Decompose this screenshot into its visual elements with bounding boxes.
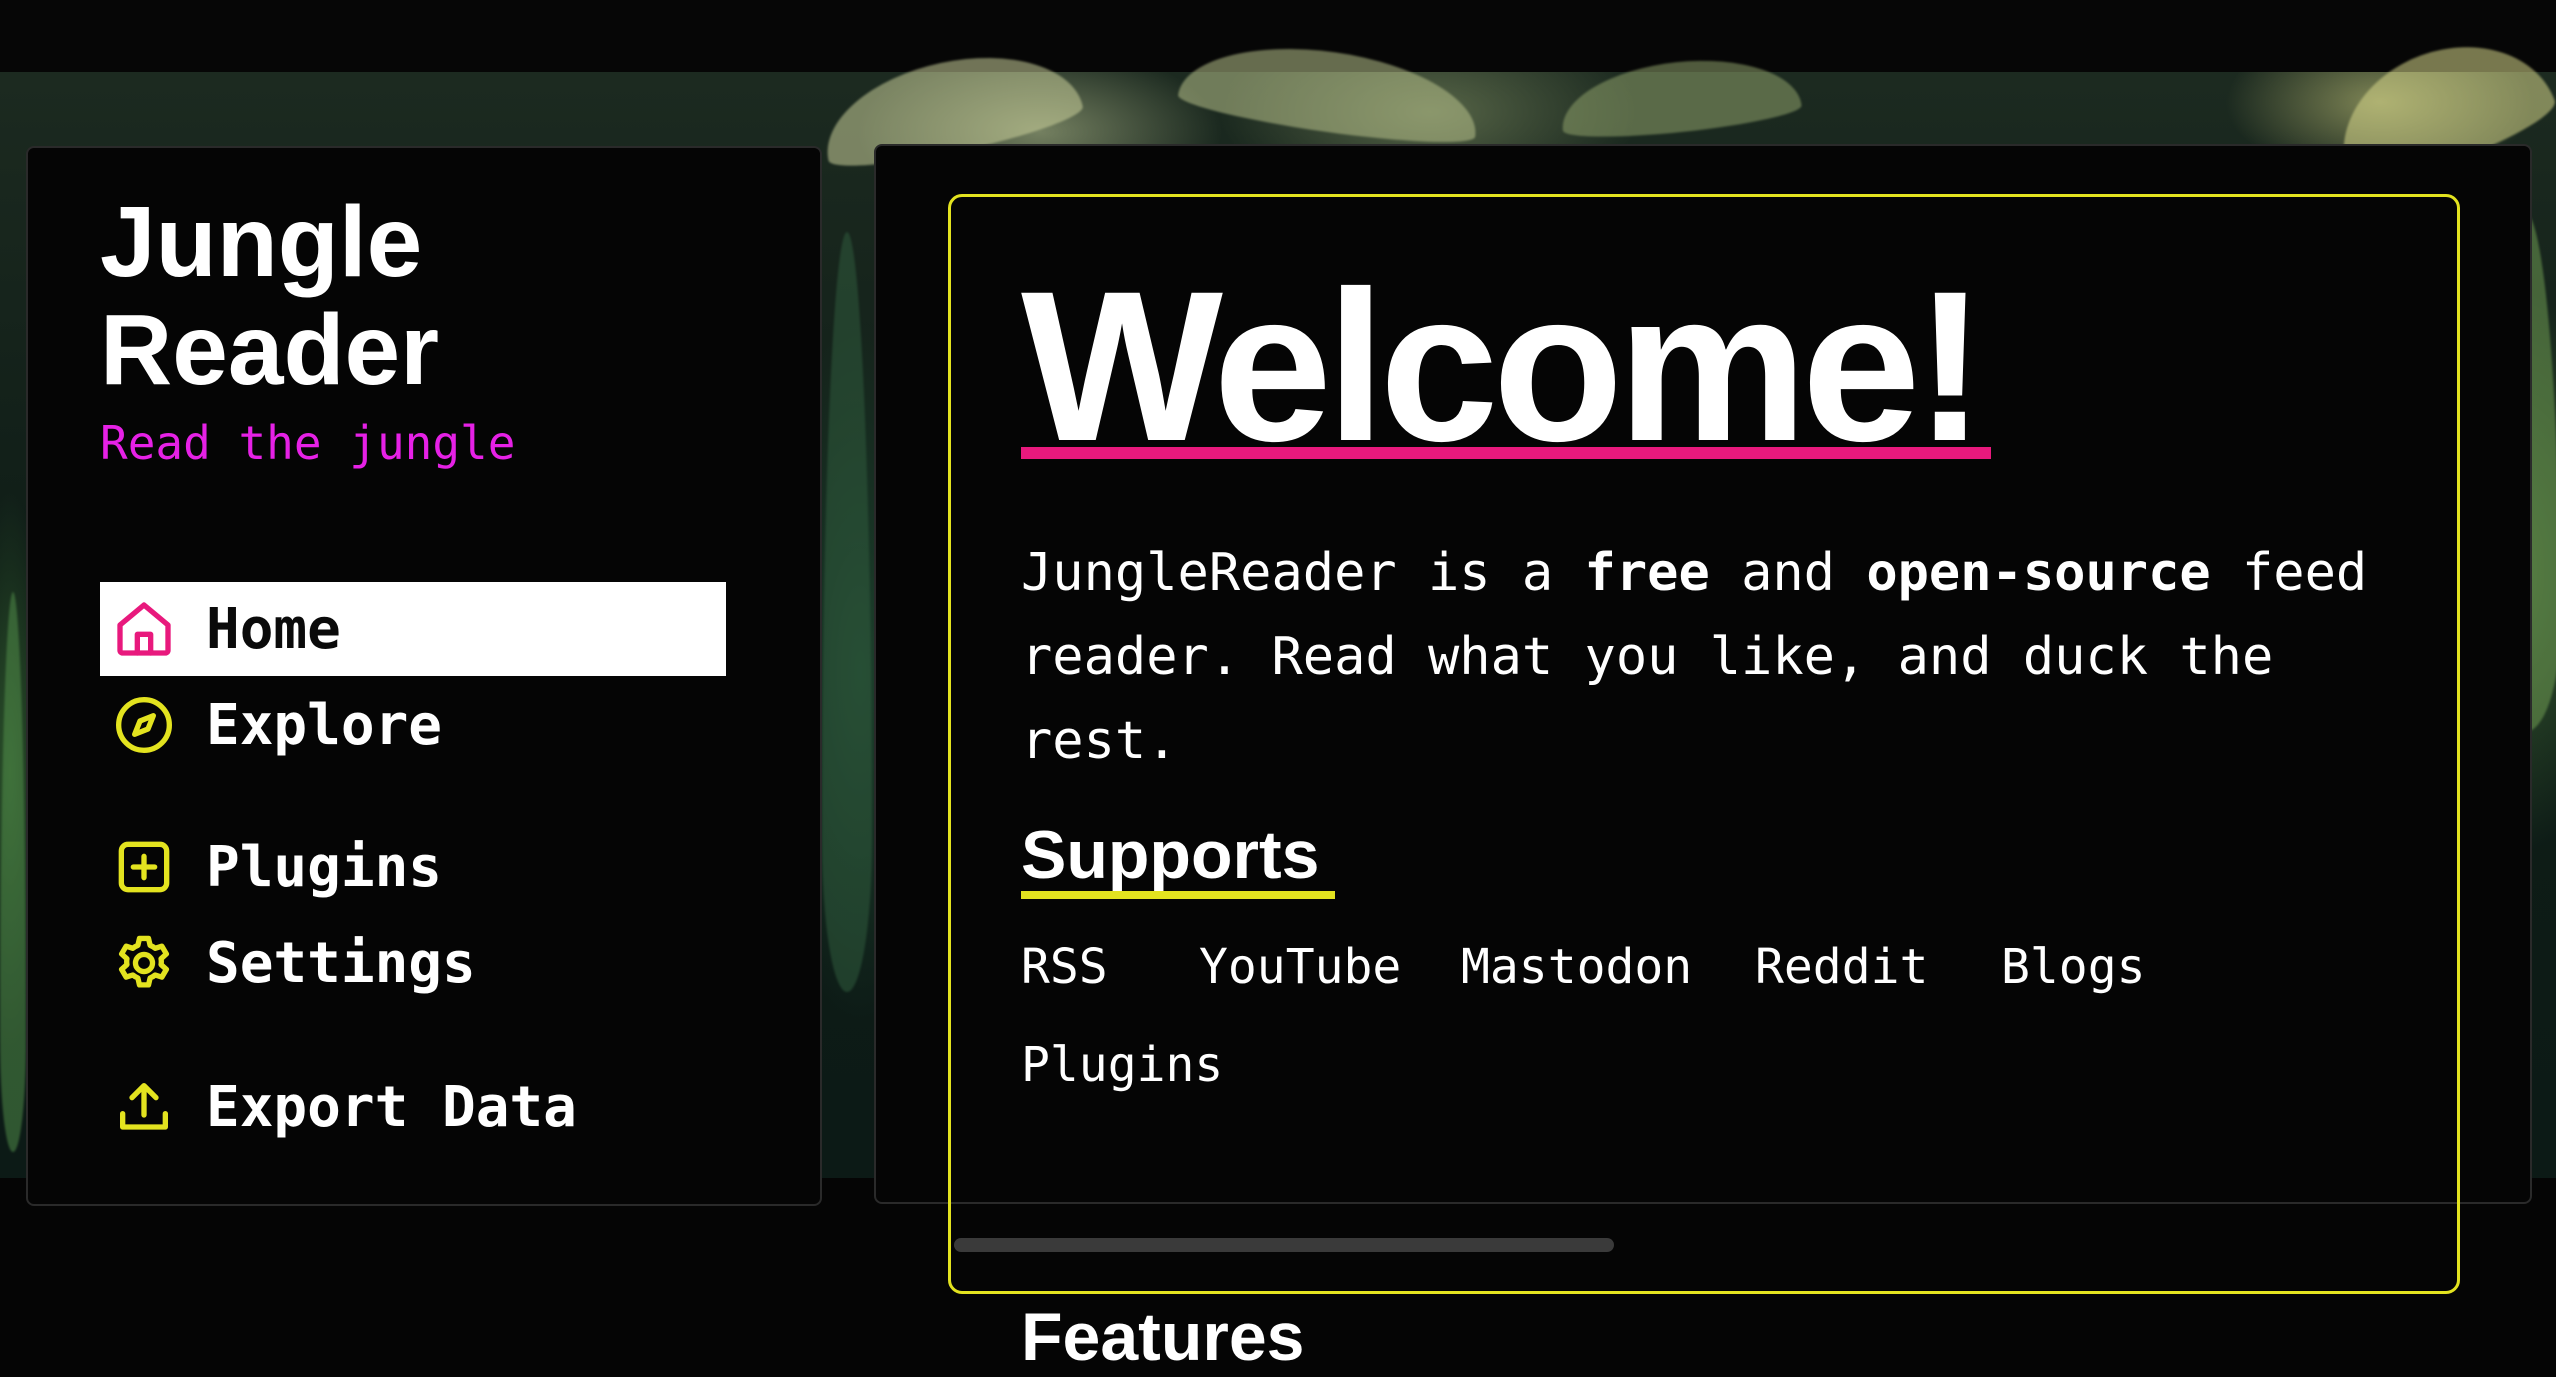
main-content: Welcome! JungleReader is a free and open…: [874, 144, 2532, 1375]
intro-text: JungleReader is a: [1021, 543, 1585, 603]
sidebar-item-label: Home: [206, 596, 341, 662]
gear-icon: [110, 929, 178, 997]
supports-heading-underline: [1021, 891, 1335, 899]
home-icon: [110, 595, 178, 663]
supports-item-blogs: Blogs: [2001, 939, 2146, 995]
intro-paragraph: JungleReader is a free and open-source f…: [1021, 531, 2421, 783]
welcome-heading-underline: [1021, 447, 1991, 459]
compass-icon: [110, 691, 178, 759]
features-heading: Features: [1021, 1299, 1305, 1375]
sidebar-item-label: Export Data: [206, 1074, 577, 1140]
horizontal-scrollbar[interactable]: [954, 1238, 1614, 1252]
intro-free: free: [1584, 543, 1710, 603]
plus-square-icon: [110, 833, 178, 901]
supports-item-reddit: Reddit: [1755, 939, 1929, 995]
upload-icon: [110, 1073, 178, 1141]
sidebar-item-export-data[interactable]: Export Data: [100, 1060, 726, 1154]
sidebar-item-label: Explore: [206, 692, 443, 758]
supports-item-youtube: YouTube: [1199, 939, 1402, 995]
sidebar: Jungle Reader Read the jungle Home Explo…: [26, 146, 822, 1206]
intro-open-source: open-source: [1866, 543, 2211, 603]
sidebar-item-home[interactable]: Home: [100, 582, 726, 676]
supports-item-plugins: Plugins: [1021, 1037, 1224, 1093]
app-tagline: Read the jungle: [100, 416, 516, 470]
welcome-card: Welcome! JungleReader is a free and open…: [948, 194, 2460, 1375]
supports-heading: Supports: [1021, 817, 1320, 893]
intro-text: and: [1709, 543, 1867, 603]
welcome-heading: Welcome!: [1021, 247, 1986, 486]
supports-item-mastodon: Mastodon: [1461, 939, 1693, 995]
sidebar-item-explore[interactable]: Explore: [100, 678, 726, 772]
sidebar-item-label: Settings: [206, 930, 476, 996]
supports-item-rss: RSS: [1021, 939, 1108, 995]
sidebar-item-settings[interactable]: Settings: [100, 916, 726, 1010]
app-title: Jungle Reader: [100, 186, 440, 406]
sidebar-item-label: Plugins: [206, 834, 443, 900]
sidebar-item-plugins[interactable]: Plugins: [100, 820, 726, 914]
